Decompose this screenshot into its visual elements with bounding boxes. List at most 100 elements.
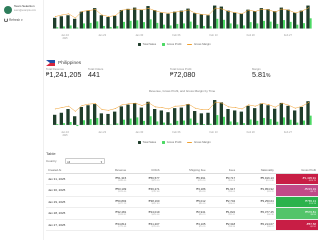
cell-shipping: ₱4,105 $70.76 (161, 219, 208, 231)
margin-point (154, 106, 156, 108)
legend-item-profit[interactable]: Gross Profit (162, 42, 181, 46)
cell-fees: ₱2,704 $46.61 (207, 196, 238, 208)
margin-point (301, 10, 303, 12)
sales-bar (93, 104, 97, 125)
app-root: Team Selection team@example.com Refresh … (0, 0, 320, 240)
cell-nat: ₱3,250.64 $56.03 (237, 196, 276, 208)
sales-bar (179, 10, 183, 29)
cell-sub-value: -$3.71 (309, 191, 316, 194)
cell-revenue: ₱50,893 $877.29 (94, 196, 129, 208)
margin-point (128, 103, 130, 105)
row-date: Jan 31, 2025 (48, 176, 66, 181)
profit-bar (76, 124, 79, 127)
margin-point (214, 7, 216, 9)
sales-bar (299, 10, 303, 29)
legend-item-sales[interactable]: Total Sales (138, 140, 156, 144)
margin-point (228, 10, 230, 12)
cell-sub-value: -$24.75 (308, 179, 316, 182)
profit-bar (89, 119, 92, 125)
sales-bar (173, 11, 177, 29)
legend-swatch-profit (162, 140, 166, 144)
profit-bar (276, 23, 279, 29)
profit-bar (129, 20, 132, 29)
margin-point (241, 13, 243, 15)
margin-point (214, 101, 216, 103)
second-chart: Jan 16 2025 Jan 23 Jan 30 Feb 06 Feb 13 Feb 20… (46, 93, 318, 137)
profit-bar (183, 23, 185, 29)
sales-bar (233, 110, 237, 125)
cell-sub-value: $38.17 (267, 225, 274, 228)
x-tick-label: Jan 30 (135, 33, 143, 37)
second-chart-legend: Total Sales Gross Profit Gross Margin (138, 140, 211, 144)
x-tick-sublabel: 2025 (62, 38, 68, 40)
sales-bar (239, 13, 243, 29)
legend-swatch-profit (162, 42, 166, 46)
cell-revenue: ₱51,315 $885.60 (94, 173, 129, 185)
country-select[interactable]: All ▾ (64, 158, 105, 164)
table-row[interactable]: Jan 31, 2025 ₱51,315 $885.60 ₱56,577 $97… (46, 173, 318, 185)
profit-bar (269, 119, 272, 125)
margin-point (61, 107, 63, 109)
legend-item-margin[interactable]: Gross Margin (187, 42, 211, 46)
sales-bar (186, 8, 190, 29)
legend-label-margin: Gross Margin (193, 140, 211, 144)
margin-point (161, 107, 163, 109)
legend-item-sales[interactable]: Total Sales (138, 42, 156, 46)
cell-shipping: ₱5,012 $86.40 (161, 196, 208, 208)
margin-point (268, 9, 270, 11)
x-tick-label: Feb 20 (247, 33, 256, 37)
row-date: Jan 30, 2025 (48, 188, 66, 193)
profit-bar (169, 25, 172, 29)
cell-date: Jan 30, 2025 (46, 184, 95, 197)
profit-bar (69, 25, 72, 29)
country-select-value: All (67, 159, 71, 164)
table-row[interactable]: Jan 27, 2025 ₱44,812 $772.49 ₱41,207 $71… (46, 219, 318, 231)
cell-date: Jan 27, 2025 (46, 219, 95, 231)
margin-point (241, 108, 243, 110)
cell-revenue: ₱44,812 $772.49 (94, 219, 129, 231)
sales-bar (193, 111, 197, 125)
table-row[interactable]: Jan 30, 2025 ₱53,109 $915.60 ₱46,271 $79… (46, 184, 318, 197)
table-row[interactable]: Jan 29, 2025 ₱50,893 $877.29 ₱38,160 $65… (46, 196, 318, 208)
cell-sub-value: $975.24 (151, 179, 160, 182)
sidebar: Team Selection team@example.com Refresh … (0, 0, 44, 240)
profit-bar (236, 24, 239, 29)
margin-point (294, 12, 296, 14)
legend-label-margin: Gross Margin (193, 42, 211, 46)
x-tick-label: Feb 06 (172, 130, 181, 134)
margin-point (254, 105, 256, 107)
profit-bar (309, 18, 312, 29)
cell-cogs: ₱41,207 $710.35 (128, 219, 162, 231)
cell-sub-value: $64.08 (228, 179, 236, 182)
legend-label-profit: Gross Profit (166, 140, 182, 144)
margin-point (308, 7, 310, 9)
sales-bar (146, 101, 150, 125)
cell-sub-value: $54.93 (198, 191, 206, 194)
margin-point (101, 109, 103, 111)
sales-bar (99, 15, 103, 29)
legend-item-profit[interactable]: Gross Profit (162, 140, 181, 144)
margin-point (248, 9, 250, 11)
margin-point (148, 102, 150, 104)
x-tick-label: Feb 06 (172, 33, 181, 37)
cell-sub-value: $877.29 (118, 202, 127, 205)
cell-nat: ₱5,916.13 $101.98 (237, 173, 276, 185)
sales-bar (266, 105, 270, 125)
cell-nat: ₱2,377.45 $40.98 (237, 207, 276, 220)
profit-bar (203, 124, 205, 125)
profit-bar (76, 27, 79, 29)
profit-bar (289, 119, 292, 125)
table-row[interactable]: Jan 28, 2025 ₱32,481 $559.92 ₱24,019 $41… (46, 207, 318, 220)
profit-bar (123, 119, 125, 125)
sales-bar (133, 103, 137, 125)
profit-bar (169, 123, 172, 125)
margin-point (68, 13, 70, 15)
margin-point (114, 108, 116, 110)
x-tick-label: Jan 23 (98, 33, 106, 37)
legend-item-margin[interactable]: Gross Margin (187, 140, 211, 144)
profit-bar (129, 118, 132, 125)
profit-bar (256, 23, 259, 29)
sales-bar (273, 11, 277, 29)
refresh-button[interactable]: Refresh ▾ (4, 18, 23, 22)
legend-label-profit: Gross Profit (166, 42, 182, 46)
